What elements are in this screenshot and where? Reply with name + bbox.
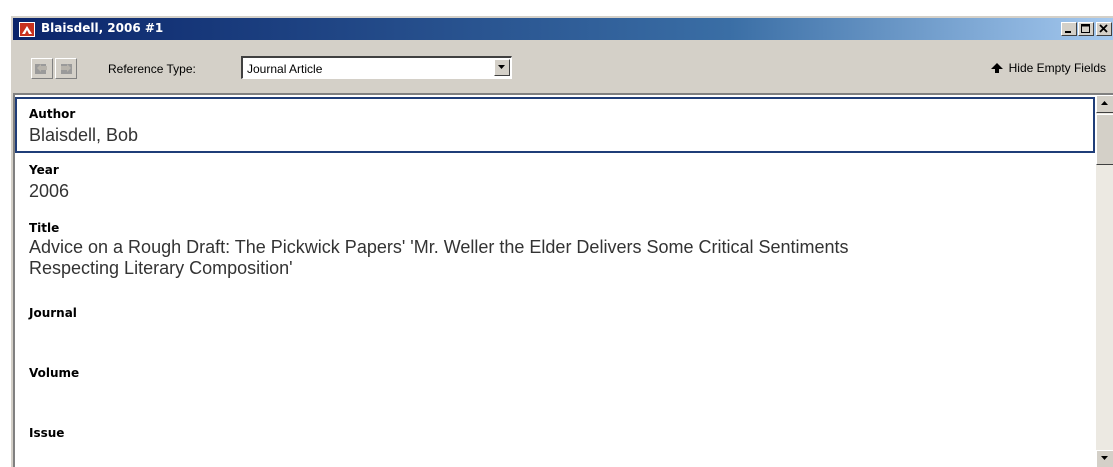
maximize-icon [1081, 24, 1090, 33]
next-reference-icon [61, 64, 72, 74]
vertical-scrollbar[interactable] [1096, 95, 1113, 467]
author-field[interactable]: Author Blaisdell, Bob [15, 97, 1095, 153]
year-field[interactable]: Year 2006 [15, 155, 1095, 207]
previous-reference-icon [35, 64, 47, 74]
year-label: Year [29, 163, 59, 177]
scroll-down-arrow-icon [1101, 456, 1108, 460]
hide-empty-fields-label: Hide Empty Fields [1008, 61, 1106, 75]
reference-window: Blaisdell, 2006 #1 Reference Type: Journ… [10, 15, 1113, 467]
previous-reference-button[interactable] [31, 58, 53, 79]
dropdown-arrow-icon [498, 65, 505, 69]
fields-list: Author Blaisdell, Bob Year 2006 Title Ad… [15, 95, 1096, 467]
author-label: Author [29, 107, 76, 121]
reference-type-select[interactable]: Journal Article [241, 56, 512, 79]
title-field[interactable]: Title Advice on a Rough Draft: The Pickw… [15, 213, 1095, 293]
journal-field[interactable]: Journal [15, 298, 1095, 354]
reference-fields-panel: Author Blaisdell, Bob Year 2006 Title Ad… [13, 93, 1113, 467]
title-value-line-1[interactable]: Advice on a Rough Draft: The Pickwick Pa… [29, 237, 849, 258]
journal-label: Journal [29, 306, 77, 320]
year-value[interactable]: 2006 [29, 181, 69, 202]
close-button[interactable] [1096, 22, 1112, 36]
volume-field[interactable]: Volume [15, 358, 1095, 414]
next-reference-button[interactable] [55, 58, 77, 79]
close-icon [1099, 24, 1108, 33]
reference-type-value: Journal Article [247, 62, 323, 76]
hide-arrow-icon [990, 62, 1003, 73]
minimize-button[interactable] [1061, 22, 1077, 36]
maximize-button[interactable] [1078, 22, 1094, 36]
window-title: Blaisdell, 2006 #1 [41, 21, 164, 35]
reference-type-label: Reference Type: [108, 62, 196, 76]
scroll-up-button[interactable] [1096, 95, 1113, 113]
scroll-down-button[interactable] [1096, 450, 1113, 467]
issue-label: Issue [29, 426, 65, 440]
title-bar[interactable]: Blaisdell, 2006 #1 [13, 18, 1113, 40]
toolbar: Reference Type: Journal Article Hide Emp… [13, 42, 1113, 90]
hide-empty-fields-button[interactable]: Hide Empty Fields [990, 61, 1106, 75]
minimize-icon [1065, 31, 1071, 33]
scroll-thumb[interactable] [1096, 114, 1113, 165]
reference-type-dropdown-button[interactable] [494, 59, 510, 76]
issue-field[interactable]: Issue [15, 418, 1095, 467]
title-label: Title [29, 221, 60, 235]
scroll-up-arrow-icon [1101, 101, 1108, 105]
app-icon [19, 22, 35, 37]
volume-label: Volume [29, 366, 80, 380]
author-value[interactable]: Blaisdell, Bob [29, 125, 138, 146]
title-value-line-2[interactable]: Respecting Literary Composition' [29, 258, 293, 279]
